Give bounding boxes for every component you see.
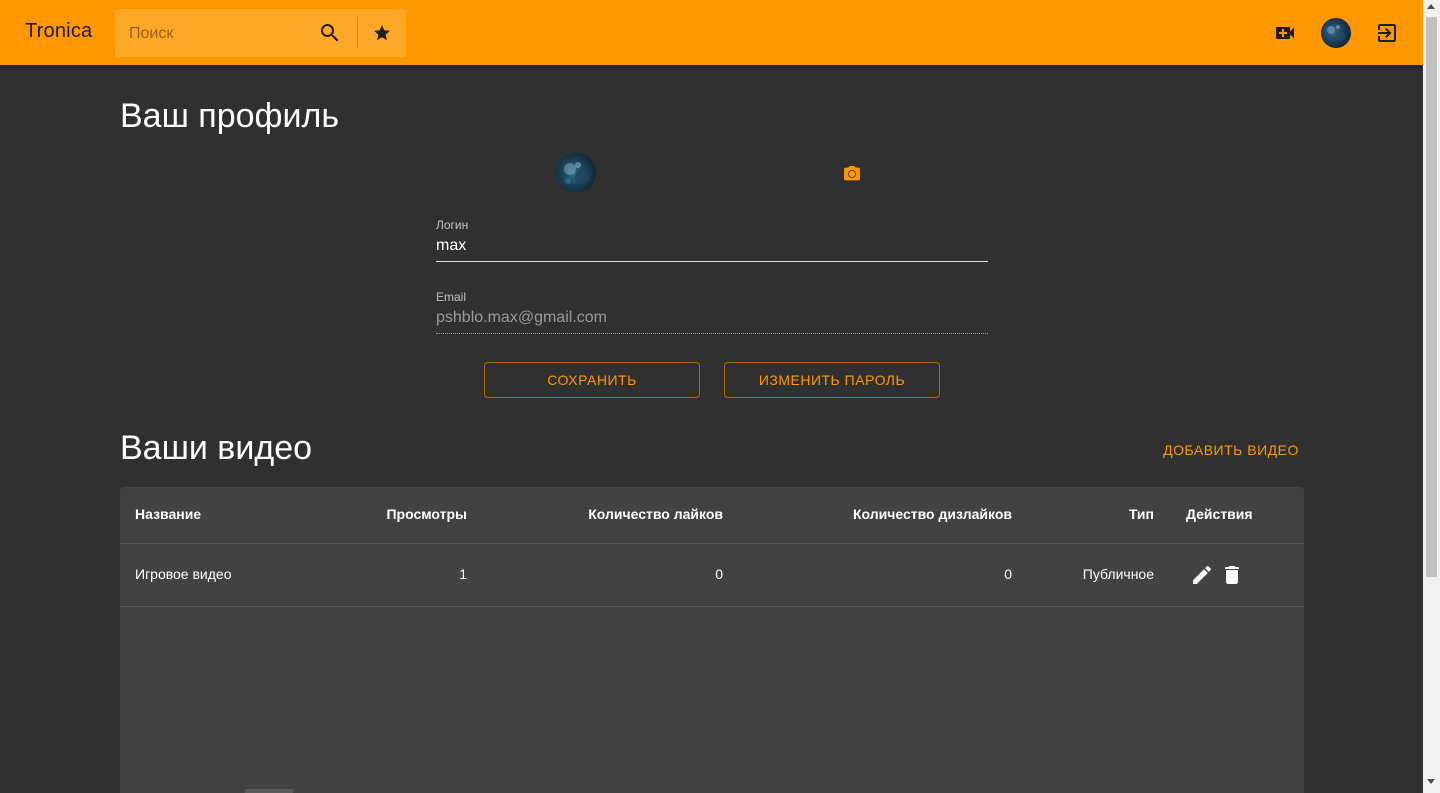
email-underline [436, 333, 988, 334]
logout-icon[interactable] [1375, 21, 1399, 45]
login-label: Логин [436, 218, 469, 232]
video-type: Публичное [1082, 566, 1154, 582]
video-likes: 0 [715, 566, 723, 582]
horizontal-scrollbar-thumb[interactable] [245, 789, 293, 793]
search-divider [357, 17, 358, 49]
page-title: Ваш профиль [120, 97, 340, 135]
videos-title: Ваши видео [120, 429, 313, 467]
login-input[interactable] [436, 237, 988, 261]
pencil-icon[interactable] [1190, 563, 1214, 587]
change-password-button[interactable]: ИЗМЕНИТЬ ПАРОЛЬ [724, 362, 940, 398]
vertical-scrollbar[interactable] [1423, 0, 1440, 793]
column-header-views: Просмотры [386, 506, 467, 522]
column-header-type: Тип [1128, 506, 1154, 522]
scroll-up-arrow-icon[interactable] [1427, 4, 1435, 9]
add-video-button[interactable]: ДОБАВИТЬ ВИДЕО [1155, 434, 1307, 466]
videos-table: Название Просмотры Количество лайков Кол… [120, 487, 1304, 793]
save-button[interactable]: СОХРАНИТЬ [484, 362, 700, 398]
star-icon[interactable] [370, 21, 394, 45]
video-views: 1 [459, 566, 467, 582]
login-field: Логин [436, 218, 988, 262]
search-box [115, 9, 406, 57]
column-header-likes: Количество лайков [588, 506, 723, 522]
search-input[interactable] [127, 21, 311, 47]
avatar[interactable] [1321, 18, 1351, 48]
search-icon[interactable] [318, 21, 342, 45]
scroll-down-arrow-icon[interactable] [1427, 779, 1435, 784]
email-field: Email [436, 290, 988, 334]
table-row: Игровое видео 1 0 0 Публичное [120, 544, 1304, 607]
video-dislikes: 0 [1004, 566, 1012, 582]
email-label: Email [436, 290, 467, 304]
column-header-dislikes: Количество дизлайков [852, 506, 1012, 522]
camera-icon[interactable] [840, 162, 864, 186]
login-underline [436, 261, 988, 262]
column-header-actions: Действия [1186, 506, 1253, 522]
app-bar: Tronica [0, 0, 1423, 65]
table-header: Название Просмотры Количество лайков Кол… [120, 487, 1304, 544]
trash-icon[interactable] [1220, 563, 1244, 587]
profile-avatar [556, 153, 596, 193]
video-camera-add-icon[interactable] [1273, 21, 1297, 45]
brand-logo[interactable]: Tronica [25, 20, 92, 43]
column-header-name: Название [135, 506, 202, 522]
scrollbar-thumb[interactable] [1426, 17, 1437, 577]
email-input [436, 309, 988, 333]
video-name: Игровое видео [135, 566, 232, 582]
